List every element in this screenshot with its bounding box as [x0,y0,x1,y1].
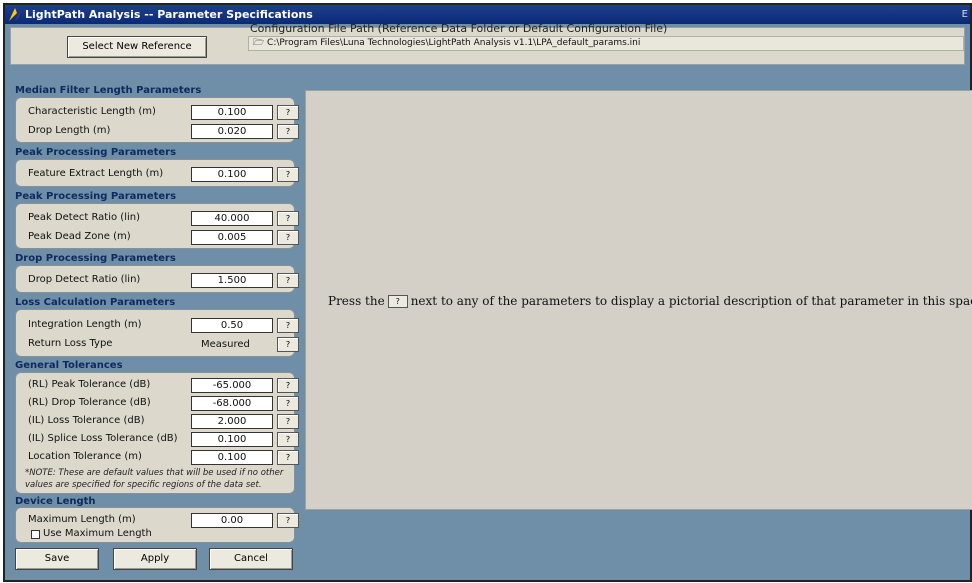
drop-tolerance-help-button[interactable]: ? [277,396,299,411]
apply-button[interactable]: Apply [113,548,197,570]
config-file-path-field[interactable]: 🗁 C:\Program Files\Luna Technologies\Lig… [248,36,964,51]
location-tolerance-help-button[interactable]: ? [277,450,299,465]
folder-icon: 🗁 [253,38,265,48]
integration-length-label: Integration Length (m) [28,319,142,330]
location-tolerance-label: Location Tolerance (m) [28,451,142,462]
drop-processing-header: Drop Processing Parameters [15,253,176,264]
loss-tolerance-input[interactable]: 2.000 [191,414,273,429]
peak-processing-header-1: Peak Processing Parameters [15,147,177,158]
peak-detect-ratio-label: Peak Detect Ratio (lin) [28,212,140,223]
return-loss-type-label: Return Loss Type [28,338,113,349]
drop-tolerance-label: (RL) Drop Tolerance (dB) [28,397,151,408]
loss-tolerance-help-button[interactable]: ? [277,414,299,429]
loss-tolerance-label: (IL) Loss Tolerance (dB) [28,415,145,426]
peak-processing-group-1: Feature Extract Length (m) 0.100 ? [15,159,299,187]
parameter-description-panel: Press the? next to any of the parameters … [305,90,972,510]
integration-length-input[interactable]: 0.50 [191,318,273,333]
config-file-path-label: Configuration File Path (Reference Data … [250,22,668,35]
inline-help-button-icon: ? [387,295,408,308]
device-length-header: Device Length [15,496,96,507]
median-filter-group: Characteristic Length (m) 0.100 ? Drop L… [15,97,299,143]
maximum-length-help-button[interactable]: ? [277,513,299,528]
peak-dead-zone-label: Peak Dead Zone (m) [28,231,131,242]
tolerances-note: *NOTE: These are default values that wil… [25,468,284,490]
peak-processing-group-2: Peak Detect Ratio (lin) 40.000 ? Peak De… [15,203,299,249]
peak-tolerance-input[interactable]: -65.000 [191,378,273,393]
characteristic-length-help-button[interactable]: ? [277,105,299,120]
loss-calculation-header: Loss Calculation Parameters [15,297,176,308]
feature-extract-length-help-button[interactable]: ? [277,167,299,182]
maximum-length-input[interactable]: 0.00 [191,513,273,528]
drop-detect-ratio-label: Drop Detect Ratio (lin) [28,274,141,285]
drop-processing-group: Drop Detect Ratio (lin) 1.500 ? [15,265,299,293]
return-loss-type-help-button[interactable]: ? [277,337,299,352]
title-corner-glyph: E [961,9,968,20]
config-file-path-value: C:\Program Files\Luna Technologies\Light… [267,38,641,48]
integration-length-help-button[interactable]: ? [277,318,299,333]
app-logo-icon [9,8,22,21]
peak-dead-zone-help-button[interactable]: ? [277,230,299,245]
display-text-before: Press the [328,294,385,308]
drop-detect-ratio-help-button[interactable]: ? [277,273,299,288]
characteristic-length-label: Characteristic Length (m) [28,106,156,117]
use-maximum-length-checkbox[interactable] [31,530,40,539]
feature-extract-length-label: Feature Extract Length (m) [28,168,164,179]
main-window: LightPath Analysis -- Parameter Specific… [3,3,972,582]
cancel-button[interactable]: Cancel [209,548,293,570]
loss-calculation-group: Integration Length (m) 0.50 ? Return Los… [15,309,299,357]
save-button[interactable]: Save [15,548,99,570]
drop-length-label: Drop Length (m) [28,125,111,136]
drop-length-input[interactable]: 0.020 [191,124,273,139]
display-instructions: Press the? next to any of the parameters … [328,294,972,308]
peak-tolerance-help-button[interactable]: ? [277,378,299,393]
peak-processing-header-2: Peak Processing Parameters [15,191,177,202]
device-length-group: Maximum Length (m) 0.00 ? Use Maximum Le… [15,507,299,543]
maximum-length-label: Maximum Length (m) [28,514,136,525]
drop-tolerance-input[interactable]: -68.000 [191,396,273,411]
location-tolerance-input[interactable]: 0.100 [191,450,273,465]
return-loss-type-select[interactable]: Measured [191,337,273,352]
feature-extract-length-input[interactable]: 0.100 [191,167,273,182]
peak-tolerance-label: (RL) Peak Tolerance (dB) [28,379,151,390]
peak-detect-ratio-input[interactable]: 40.000 [191,211,273,226]
general-tolerances-header: General Tolerances [15,360,123,371]
drop-length-help-button[interactable]: ? [277,124,299,139]
characteristic-length-input[interactable]: 0.100 [191,105,273,120]
splice-loss-tolerance-input[interactable]: 0.100 [191,432,273,447]
splice-loss-tolerance-label: (IL) Splice Loss Tolerance (dB) [28,433,178,444]
window-title: LightPath Analysis -- Parameter Specific… [25,8,313,21]
splice-loss-tolerance-help-button[interactable]: ? [277,432,299,447]
peak-detect-ratio-help-button[interactable]: ? [277,211,299,226]
display-text-after: next to any of the parameters to display… [410,294,972,308]
median-filter-header: Median Filter Length Parameters [15,85,202,96]
select-new-reference-button[interactable]: Select New Reference [67,36,207,58]
use-maximum-length-label: Use Maximum Length [43,528,152,539]
peak-dead-zone-input[interactable]: 0.005 [191,230,273,245]
drop-detect-ratio-input[interactable]: 1.500 [191,273,273,288]
